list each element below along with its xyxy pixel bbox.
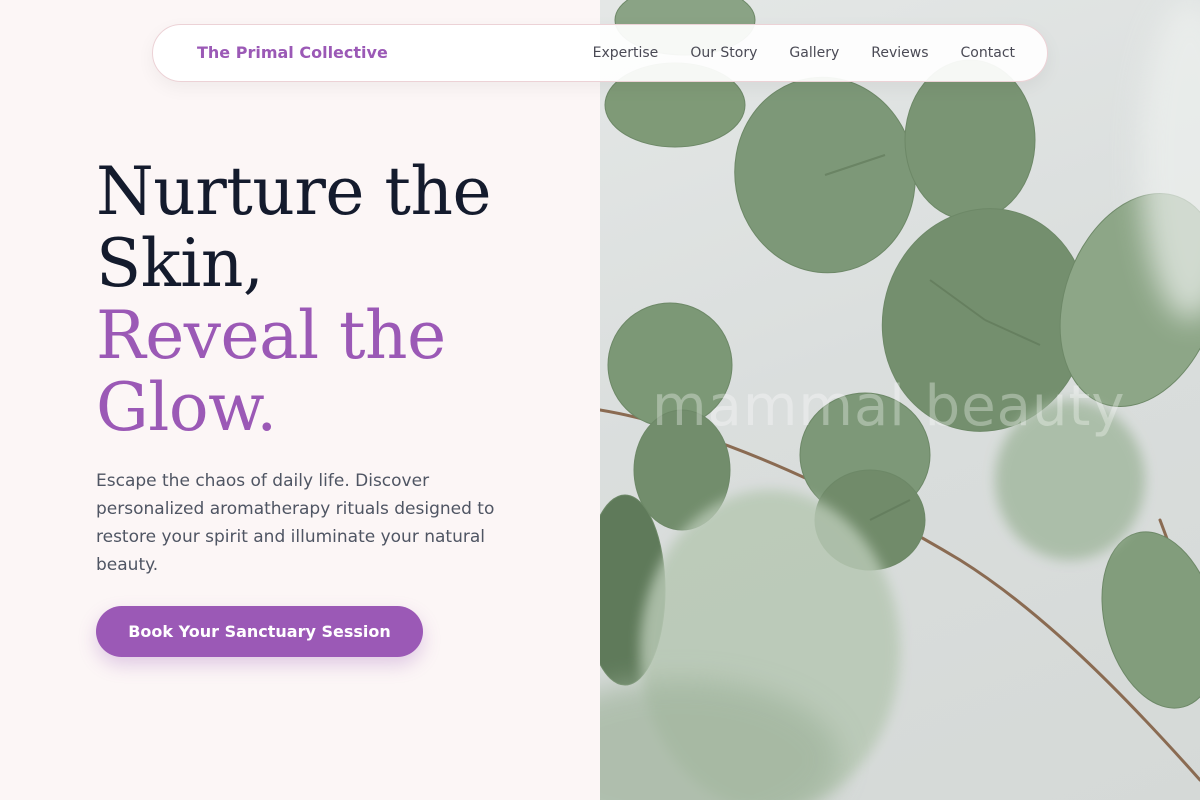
book-session-button[interactable]: Book Your Sanctuary Session xyxy=(96,606,423,657)
nav-link-expertise[interactable]: Expertise xyxy=(593,45,659,61)
watermark-text: mammal beauty xyxy=(652,374,1126,439)
nav-link-our-story[interactable]: Our Story xyxy=(690,45,757,61)
hero-description: Escape the chaos of daily life. Discover… xyxy=(96,471,495,575)
nav-link-reviews[interactable]: Reviews xyxy=(871,45,928,61)
nav-link-contact[interactable]: Contact xyxy=(961,45,1015,61)
hero-headline: Nurture the Skin, Reveal the Glow. xyxy=(96,156,576,444)
brand-logo[interactable]: The Primal Collective xyxy=(197,43,388,62)
headline-primary: Nurture the Skin, xyxy=(96,153,492,302)
headline-accent: Reveal the Glow. xyxy=(96,297,446,446)
nav-links: Expertise Our Story Gallery Reviews Cont… xyxy=(593,45,1015,61)
nav-link-gallery[interactable]: Gallery xyxy=(789,45,839,61)
hero-image: mammal beauty xyxy=(600,0,1200,800)
navbar: The Primal Collective Expertise Our Stor… xyxy=(152,24,1048,82)
